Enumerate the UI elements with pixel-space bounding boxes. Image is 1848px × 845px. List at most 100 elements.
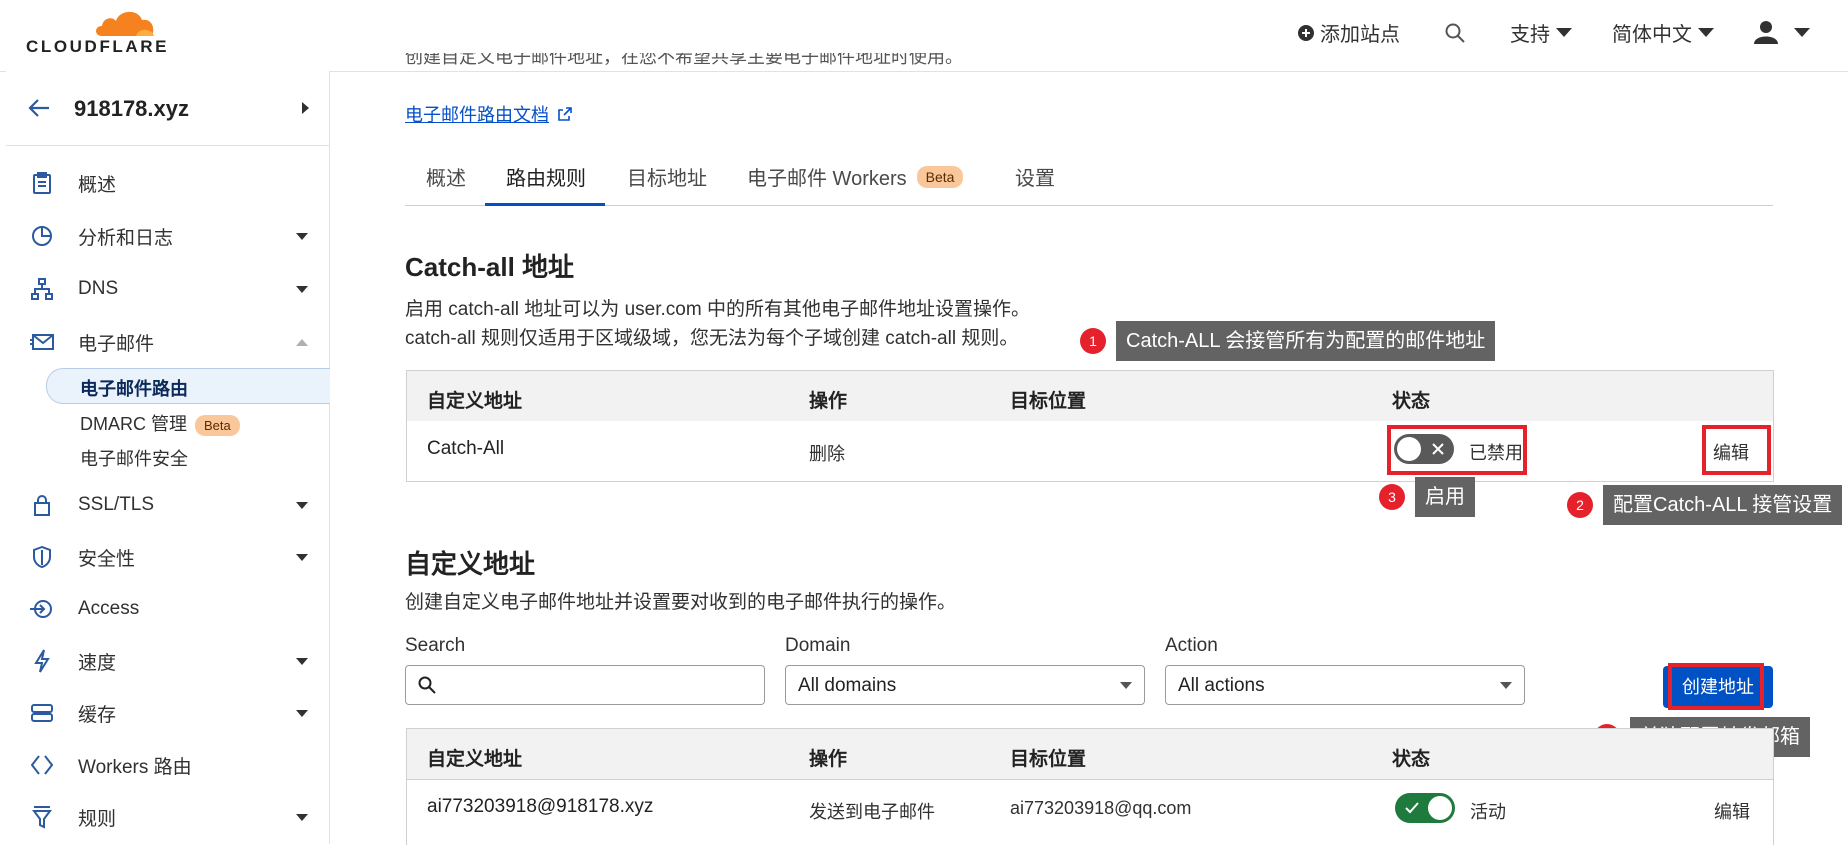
intro-text: 创建自定义电子邮件地址，在您不希望共享主要电子邮件地址时使用。	[405, 53, 963, 67]
tab-routing-rules[interactable]: 路由规则	[506, 162, 586, 191]
action-label: Action	[1165, 635, 1218, 656]
sidebar-item-security[interactable]: 安全性	[30, 539, 320, 575]
rule-action: 发送到电子邮件	[809, 802, 935, 822]
sidebar-item-label: 概述	[78, 174, 117, 196]
catchall-title: Catch-all 地址	[405, 252, 575, 282]
catchall-table: 自定义地址 操作 目标位置 状态 Catch-All 删除	[406, 370, 1774, 482]
chevron-right-icon[interactable]	[302, 102, 309, 114]
chart-pie-icon	[30, 224, 54, 248]
sidebar-subitem-email-routing[interactable]: 电子邮件路由	[80, 375, 188, 401]
sidebar-item-label: 缓存	[78, 704, 117, 726]
search-input[interactable]	[405, 665, 765, 705]
column-header-address: 自定义地址	[427, 749, 523, 770]
lock-icon	[30, 493, 54, 517]
rule-destination: ai773203918@qq.com	[1010, 798, 1192, 818]
storage-icon	[30, 701, 54, 725]
domain-select-value: All domains	[798, 675, 897, 696]
custom-address-table: 自定义地址 操作 目标位置 状态 ai773203918@918178.xyz …	[406, 728, 1774, 845]
toggle-knob	[1428, 796, 1452, 820]
sidebar-item-workers-routes[interactable]: Workers 路由	[30, 747, 320, 783]
sidebar-item-label: 电子邮件	[78, 333, 155, 355]
table-header	[407, 729, 1773, 780]
access-icon	[30, 597, 54, 621]
tab-settings[interactable]: 设置	[1015, 162, 1055, 191]
action-select-value: All actions	[1178, 675, 1265, 696]
chevron-down-icon	[296, 658, 308, 665]
docs-link-label: 电子邮件路由文档	[405, 105, 549, 125]
custom-title: 自定义地址	[405, 549, 536, 579]
beta-badge: Beta	[916, 165, 964, 188]
support-menu[interactable]: 支持	[1510, 18, 1572, 47]
shield-icon	[30, 545, 54, 569]
tabs-divider	[405, 205, 1773, 206]
sidebar-item-label: Access	[78, 598, 140, 619]
docs-link[interactable]: 电子邮件路由文档	[405, 101, 572, 127]
network-icon	[30, 277, 54, 301]
rule-edit-link[interactable]: 编辑	[1714, 798, 1750, 824]
chevron-down-icon	[1500, 682, 1512, 689]
action-select[interactable]: All actions	[1165, 665, 1525, 705]
back-arrow-icon[interactable]	[28, 98, 50, 118]
sidebar-item-analytics[interactable]: 分析和日志	[30, 218, 320, 254]
catchall-action: 删除	[809, 444, 845, 464]
sidebar-subitem-dmarc[interactable]: DMARC 管理 Beta	[80, 410, 240, 436]
user-icon	[1754, 21, 1778, 44]
chevron-down-icon	[296, 502, 308, 509]
user-menu[interactable]	[1754, 20, 1810, 44]
chevron-down-icon	[296, 233, 308, 240]
chevron-down-icon	[296, 814, 308, 821]
tab-destination-addresses[interactable]: 目标地址	[627, 162, 707, 191]
funnel-icon	[30, 805, 54, 829]
sidebar-item-email[interactable]: 电子邮件	[30, 324, 320, 360]
tab-overview[interactable]: 概述	[426, 162, 466, 191]
sidebar-item-speed[interactable]: 速度	[30, 643, 320, 679]
chevron-down-icon	[296, 710, 308, 717]
sidebar-subitem-label: DMARC 管理	[80, 414, 187, 434]
sidebar-item-label: SSL/TLS	[78, 494, 155, 515]
annotation-badge-1: 1	[1080, 328, 1106, 354]
sidebar-subitem-email-security[interactable]: 电子邮件安全	[80, 445, 188, 471]
annotation-note-2: 配置Catch-ALL 接管设置	[1603, 485, 1843, 525]
add-site-label: 添加站点	[1320, 24, 1400, 46]
catchall-address: Catch-All	[427, 438, 505, 459]
chevron-down-icon	[1556, 28, 1572, 37]
clipboard-icon	[30, 171, 54, 195]
sidebar-item-label: DNS	[78, 278, 119, 299]
column-header-action: 操作	[809, 391, 848, 412]
search-icon[interactable]	[1444, 22, 1466, 49]
language-label: 简体中文	[1612, 24, 1692, 46]
chevron-down-icon	[1794, 27, 1810, 37]
tab-email-workers[interactable]: 电子邮件 Workers Beta	[747, 162, 964, 191]
rule-status: 活动	[1470, 802, 1506, 822]
zone-selector[interactable]: 918178.xyz	[6, 72, 329, 146]
rule-address: ai773203918@918178.xyz	[427, 796, 654, 817]
check-icon	[1405, 802, 1419, 814]
column-header-status: 状态	[1392, 749, 1431, 770]
column-header-destination: 目标位置	[1010, 391, 1087, 412]
tab-active-indicator	[485, 203, 605, 206]
catchall-desc-2: catch-all 规则仅适用于区域级域，您无法为每个子域创建 catch-al…	[405, 328, 1019, 349]
sidebar-item-ssl[interactable]: SSL/TLS	[30, 487, 320, 523]
cloudflare-logo-icon[interactable]	[92, 6, 158, 38]
sidebar-item-dns[interactable]: DNS	[30, 271, 320, 307]
rule-toggle[interactable]	[1395, 793, 1455, 823]
zone-name: 918178.xyz	[74, 96, 189, 121]
lightning-icon	[30, 649, 54, 673]
sidebar-item-access[interactable]: Access	[30, 591, 320, 627]
sidebar-item-label: 规则	[78, 808, 117, 830]
sidebar-item-cache[interactable]: 缓存	[30, 695, 320, 731]
sidebar-item-rules[interactable]: 规则	[30, 799, 320, 835]
sidebar-item-overview[interactable]: 概述	[30, 165, 320, 201]
column-header-destination: 目标位置	[1010, 749, 1087, 770]
tab-label: 电子邮件 Workers	[747, 168, 907, 190]
annotation-box-edit	[1702, 425, 1771, 475]
column-header-address: 自定义地址	[427, 391, 523, 412]
domain-select[interactable]: All domains	[785, 665, 1145, 705]
plus-circle-icon	[1298, 24, 1314, 41]
add-site-button[interactable]: 添加站点	[1298, 18, 1400, 47]
chevron-down-icon	[1698, 28, 1714, 37]
language-menu[interactable]: 简体中文	[1612, 18, 1714, 47]
workers-icon	[30, 753, 54, 777]
column-header-status: 状态	[1392, 391, 1431, 412]
catchall-desc-1: 启用 catch-all 地址可以为 user.com 中的所有其他电子邮件地址…	[405, 299, 1030, 320]
